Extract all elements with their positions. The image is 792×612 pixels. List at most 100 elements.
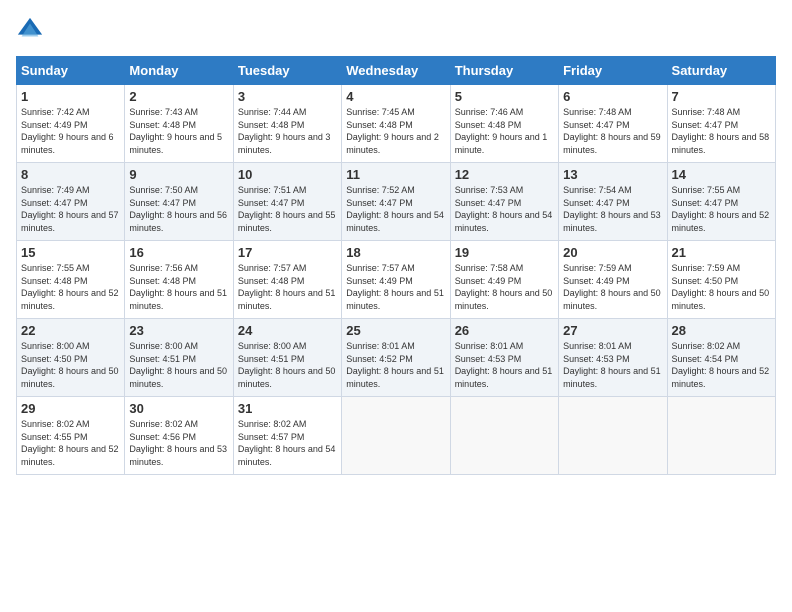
calendar-cell: 13 Sunrise: 7:54 AMSunset: 4:47 PMDaylig… [559,163,667,241]
day-number: 25 [346,323,445,338]
cell-info: Sunrise: 7:51 AMSunset: 4:47 PMDaylight:… [238,185,336,233]
calendar-cell: 16 Sunrise: 7:56 AMSunset: 4:48 PMDaylig… [125,241,233,319]
calendar-cell: 24 Sunrise: 8:00 AMSunset: 4:51 PMDaylig… [233,319,341,397]
day-number: 12 [455,167,554,182]
cell-info: Sunrise: 7:42 AMSunset: 4:49 PMDaylight:… [21,107,114,155]
calendar-cell: 12 Sunrise: 7:53 AMSunset: 4:47 PMDaylig… [450,163,558,241]
calendar-cell [559,397,667,475]
cell-info: Sunrise: 7:57 AMSunset: 4:48 PMDaylight:… [238,263,336,311]
day-number: 31 [238,401,337,416]
cell-info: Sunrise: 7:55 AMSunset: 4:47 PMDaylight:… [672,185,770,233]
calendar-cell: 29 Sunrise: 8:02 AMSunset: 4:55 PMDaylig… [17,397,125,475]
day-number: 24 [238,323,337,338]
calendar-cell: 1 Sunrise: 7:42 AMSunset: 4:49 PMDayligh… [17,85,125,163]
cell-info: Sunrise: 7:44 AMSunset: 4:48 PMDaylight:… [238,107,331,155]
calendar-cell: 10 Sunrise: 7:51 AMSunset: 4:47 PMDaylig… [233,163,341,241]
cell-info: Sunrise: 8:02 AMSunset: 4:54 PMDaylight:… [672,341,770,389]
cell-info: Sunrise: 7:53 AMSunset: 4:47 PMDaylight:… [455,185,553,233]
cell-info: Sunrise: 7:55 AMSunset: 4:48 PMDaylight:… [21,263,119,311]
calendar-cell [667,397,775,475]
calendar-cell: 15 Sunrise: 7:55 AMSunset: 4:48 PMDaylig… [17,241,125,319]
cell-info: Sunrise: 8:02 AMSunset: 4:55 PMDaylight:… [21,419,119,467]
cell-info: Sunrise: 7:58 AMSunset: 4:49 PMDaylight:… [455,263,553,311]
calendar-cell: 28 Sunrise: 8:02 AMSunset: 4:54 PMDaylig… [667,319,775,397]
calendar-cell: 6 Sunrise: 7:48 AMSunset: 4:47 PMDayligh… [559,85,667,163]
cell-info: Sunrise: 8:02 AMSunset: 4:56 PMDaylight:… [129,419,227,467]
cell-info: Sunrise: 8:00 AMSunset: 4:51 PMDaylight:… [238,341,336,389]
cell-info: Sunrise: 7:50 AMSunset: 4:47 PMDaylight:… [129,185,227,233]
cell-info: Sunrise: 8:00 AMSunset: 4:51 PMDaylight:… [129,341,227,389]
calendar-cell: 18 Sunrise: 7:57 AMSunset: 4:49 PMDaylig… [342,241,450,319]
cell-info: Sunrise: 7:54 AMSunset: 4:47 PMDaylight:… [563,185,661,233]
day-number: 6 [563,89,662,104]
header-row: SundayMondayTuesdayWednesdayThursdayFrid… [17,57,776,85]
cell-info: Sunrise: 7:46 AMSunset: 4:48 PMDaylight:… [455,107,548,155]
logo-icon [16,16,44,44]
day-number: 17 [238,245,337,260]
calendar-cell [450,397,558,475]
calendar-cell: 22 Sunrise: 8:00 AMSunset: 4:50 PMDaylig… [17,319,125,397]
cell-info: Sunrise: 7:57 AMSunset: 4:49 PMDaylight:… [346,263,444,311]
cell-info: Sunrise: 7:49 AMSunset: 4:47 PMDaylight:… [21,185,119,233]
calendar-table: SundayMondayTuesdayWednesdayThursdayFrid… [16,56,776,475]
calendar-cell: 9 Sunrise: 7:50 AMSunset: 4:47 PMDayligh… [125,163,233,241]
calendar-cell: 31 Sunrise: 8:02 AMSunset: 4:57 PMDaylig… [233,397,341,475]
calendar-cell: 3 Sunrise: 7:44 AMSunset: 4:48 PMDayligh… [233,85,341,163]
calendar-cell [342,397,450,475]
day-number: 14 [672,167,771,182]
cell-info: Sunrise: 8:01 AMSunset: 4:53 PMDaylight:… [455,341,553,389]
cell-info: Sunrise: 7:56 AMSunset: 4:48 PMDaylight:… [129,263,227,311]
calendar-cell: 27 Sunrise: 8:01 AMSunset: 4:53 PMDaylig… [559,319,667,397]
cell-info: Sunrise: 8:00 AMSunset: 4:50 PMDaylight:… [21,341,119,389]
calendar-week-1: 8 Sunrise: 7:49 AMSunset: 4:47 PMDayligh… [17,163,776,241]
calendar-cell: 26 Sunrise: 8:01 AMSunset: 4:53 PMDaylig… [450,319,558,397]
calendar-cell: 30 Sunrise: 8:02 AMSunset: 4:56 PMDaylig… [125,397,233,475]
day-number: 3 [238,89,337,104]
col-header-monday: Monday [125,57,233,85]
day-number: 20 [563,245,662,260]
cell-info: Sunrise: 7:48 AMSunset: 4:47 PMDaylight:… [672,107,770,155]
col-header-friday: Friday [559,57,667,85]
page-container: SundayMondayTuesdayWednesdayThursdayFrid… [0,0,792,483]
cell-info: Sunrise: 7:59 AMSunset: 4:50 PMDaylight:… [672,263,770,311]
day-number: 2 [129,89,228,104]
col-header-tuesday: Tuesday [233,57,341,85]
cell-info: Sunrise: 7:59 AMSunset: 4:49 PMDaylight:… [563,263,661,311]
col-header-saturday: Saturday [667,57,775,85]
day-number: 5 [455,89,554,104]
day-number: 7 [672,89,771,104]
calendar-cell: 2 Sunrise: 7:43 AMSunset: 4:48 PMDayligh… [125,85,233,163]
day-number: 29 [21,401,120,416]
logo [16,16,48,44]
calendar-week-0: 1 Sunrise: 7:42 AMSunset: 4:49 PMDayligh… [17,85,776,163]
calendar-cell: 11 Sunrise: 7:52 AMSunset: 4:47 PMDaylig… [342,163,450,241]
calendar-cell: 14 Sunrise: 7:55 AMSunset: 4:47 PMDaylig… [667,163,775,241]
cell-info: Sunrise: 7:45 AMSunset: 4:48 PMDaylight:… [346,107,439,155]
day-number: 21 [672,245,771,260]
cell-info: Sunrise: 8:02 AMSunset: 4:57 PMDaylight:… [238,419,336,467]
day-number: 30 [129,401,228,416]
day-number: 18 [346,245,445,260]
col-header-wednesday: Wednesday [342,57,450,85]
day-number: 19 [455,245,554,260]
calendar-cell: 19 Sunrise: 7:58 AMSunset: 4:49 PMDaylig… [450,241,558,319]
calendar-cell: 17 Sunrise: 7:57 AMSunset: 4:48 PMDaylig… [233,241,341,319]
cell-info: Sunrise: 7:43 AMSunset: 4:48 PMDaylight:… [129,107,222,155]
day-number: 28 [672,323,771,338]
cell-info: Sunrise: 7:52 AMSunset: 4:47 PMDaylight:… [346,185,444,233]
cell-info: Sunrise: 8:01 AMSunset: 4:53 PMDaylight:… [563,341,661,389]
calendar-week-3: 22 Sunrise: 8:00 AMSunset: 4:50 PMDaylig… [17,319,776,397]
day-number: 15 [21,245,120,260]
calendar-cell: 4 Sunrise: 7:45 AMSunset: 4:48 PMDayligh… [342,85,450,163]
cell-info: Sunrise: 8:01 AMSunset: 4:52 PMDaylight:… [346,341,444,389]
day-number: 27 [563,323,662,338]
day-number: 8 [21,167,120,182]
day-number: 10 [238,167,337,182]
day-number: 22 [21,323,120,338]
calendar-cell: 23 Sunrise: 8:00 AMSunset: 4:51 PMDaylig… [125,319,233,397]
col-header-thursday: Thursday [450,57,558,85]
calendar-week-4: 29 Sunrise: 8:02 AMSunset: 4:55 PMDaylig… [17,397,776,475]
day-number: 23 [129,323,228,338]
col-header-sunday: Sunday [17,57,125,85]
day-number: 16 [129,245,228,260]
